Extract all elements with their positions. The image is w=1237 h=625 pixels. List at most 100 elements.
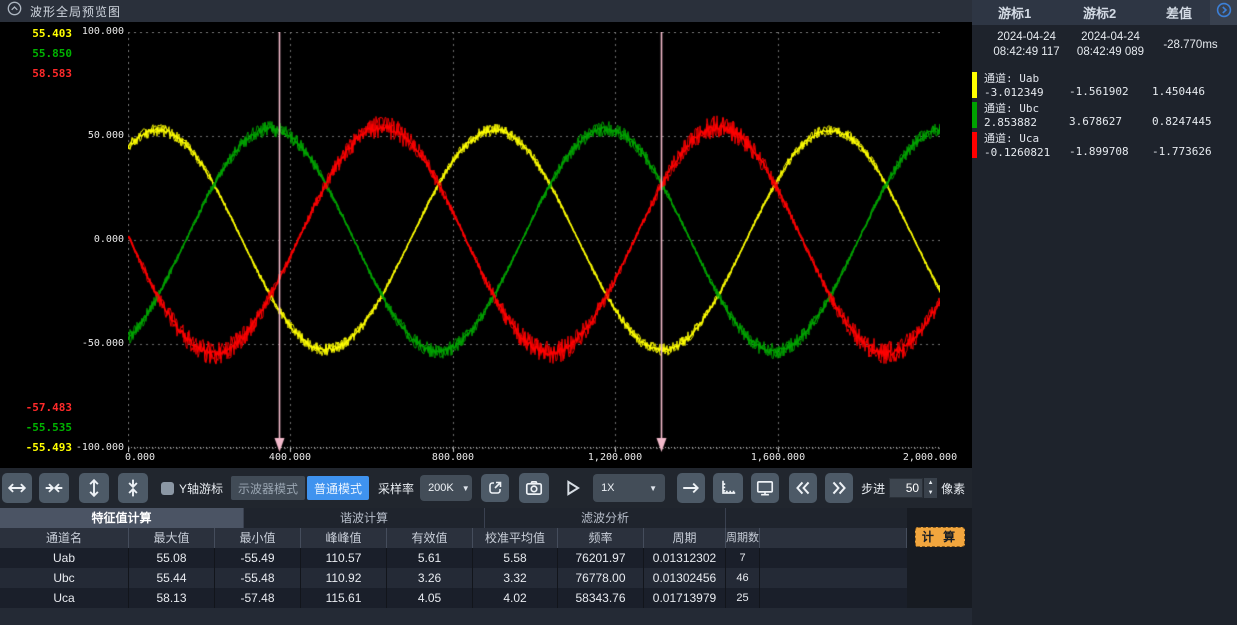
- step-decrement-button[interactable]: ▼: [924, 488, 937, 498]
- compress-horizontal-button[interactable]: [39, 473, 69, 503]
- diff-value: -1.773626: [1152, 145, 1212, 158]
- table-header-cell: 最大值: [129, 528, 215, 548]
- playback-speed-value: 1X: [601, 482, 614, 494]
- cursor1-header: 游标1: [998, 3, 1083, 22]
- cursor-time-diff: -28.770ms: [1152, 38, 1229, 53]
- table-cell: 3.32: [473, 568, 558, 588]
- tab-filter-analysis[interactable]: 滤波分析: [485, 508, 726, 528]
- table-cell: [760, 568, 907, 588]
- analysis-tabs: 特征值计算 谐波计算 滤波分析: [0, 508, 972, 528]
- cursor2-value: 3.678627: [1069, 115, 1122, 128]
- table-cell: 58.13: [129, 588, 215, 608]
- panel-collapse-corner[interactable]: [1210, 0, 1237, 25]
- cursor-readout-max-ubc: 55.850: [6, 47, 72, 60]
- channel-row-uca: 通道: Uca -0.1260821 -1.899708 -1.773626: [972, 130, 1237, 160]
- cursor2-time: 2024-04-24 08:42:49 089: [1069, 30, 1152, 60]
- play-icon: [561, 477, 583, 499]
- double-chevron-left-icon: [793, 478, 813, 498]
- cursor-panel: 游标1 游标2 差值 2024-04-24 08:42:49 117 2024-…: [972, 0, 1237, 625]
- double-chevron-right-icon: [829, 478, 849, 498]
- y-axis-label: -50.000: [58, 338, 124, 349]
- y-axis-label: 50.000: [58, 130, 124, 141]
- chart-title-bar: 波形全局预览图: [0, 0, 972, 22]
- chevron-down-icon: ▼: [462, 484, 470, 493]
- page-left-button[interactable]: [789, 473, 817, 503]
- compress-vertical-button[interactable]: [118, 473, 148, 503]
- step-size-input[interactable]: [889, 478, 923, 498]
- channel-label: 通道: Uab: [984, 70, 1069, 86]
- cursor2-value: -1.899708: [1069, 145, 1129, 158]
- cursor-panel-header: 游标1 游标2 差值: [972, 0, 1210, 25]
- table-cell: [760, 548, 907, 568]
- table-cell: -55.48: [215, 568, 301, 588]
- oscilloscope-mode-button[interactable]: 示波器模式: [231, 476, 305, 500]
- sample-rate-label: 采样率: [378, 480, 414, 497]
- step-increment-button[interactable]: ▲: [924, 478, 937, 488]
- cursor-readout-min-uca: -57.483: [6, 401, 72, 414]
- export-button[interactable]: [481, 474, 509, 502]
- calculate-button[interactable]: 计 算: [915, 527, 965, 547]
- channel-color-swatch: [972, 132, 977, 158]
- play-button[interactable]: [559, 473, 585, 503]
- page-right-button[interactable]: [825, 473, 853, 503]
- expand-horizontal-icon: [7, 478, 27, 498]
- tab-harmonic-calculation[interactable]: 谐波计算: [244, 508, 485, 528]
- step-forward-button[interactable]: [677, 473, 705, 503]
- tab-feature-calculation[interactable]: 特征值计算: [0, 508, 244, 528]
- y-axis-cursor-checkbox[interactable]: [161, 482, 174, 495]
- table-footer-strip: [0, 608, 972, 625]
- playback-speed-select[interactable]: 1X ▼: [593, 474, 665, 502]
- table-cell: 25: [726, 588, 760, 608]
- cursor1-value: -3.012349: [984, 86, 1069, 99]
- collapse-circle-icon[interactable]: [7, 1, 22, 21]
- table-cell: 76778.00: [558, 568, 644, 588]
- y-axis-label: 0.000: [58, 234, 124, 245]
- channel-color-swatch: [972, 72, 977, 98]
- expand-vertical-button[interactable]: [79, 473, 109, 503]
- table-header-cell: 周期数: [726, 528, 760, 548]
- x-axis-label: 2,000.000: [885, 452, 975, 463]
- x-axis-label: 1,200.000: [570, 452, 660, 463]
- circle-chevron-right-icon: [1216, 2, 1232, 23]
- export-icon: [486, 479, 504, 497]
- table-header-cell: 有效值: [387, 528, 473, 548]
- waveform-preview-area: 波形全局预览图 100.000 50.000 0.000 -50.000 -10…: [0, 0, 972, 468]
- channel-row-ubc: 通道: Ubc 2.853882 3.678627 0.8247445: [972, 100, 1237, 130]
- x-axis-label: 400.000: [245, 452, 335, 463]
- table-cell: 5.61: [387, 548, 473, 568]
- table-header-cell: [760, 528, 907, 548]
- x-axis-label: 800.000: [408, 452, 498, 463]
- diff-value: 1.450446: [1152, 85, 1205, 98]
- feature-value-table: 通道名最大值最小值峰峰值有效值校准平均值频率周期周期数Uab55.08-55.4…: [0, 528, 907, 608]
- table-header-cell: 周期: [644, 528, 726, 548]
- screenshot-button[interactable]: [519, 473, 549, 503]
- table-cell: Ubc: [0, 568, 129, 588]
- toolbar: Y轴游标 示波器模式 普通模式 采样率 200K ▼ 1X ▼: [0, 468, 972, 508]
- expand-horizontal-button[interactable]: [2, 473, 32, 503]
- cursor-readout-min-uab: -55.493: [6, 441, 72, 454]
- channel-label: 通道: Uca: [984, 130, 1069, 146]
- measure-button[interactable]: [713, 473, 743, 503]
- expand-vertical-icon: [84, 478, 104, 498]
- chart-title: 波形全局预览图: [30, 3, 121, 20]
- table-cell: 110.57: [301, 548, 387, 568]
- table-cell: 5.58: [473, 548, 558, 568]
- sample-rate-select[interactable]: 200K ▼: [420, 475, 472, 501]
- diff-value: 0.8247445: [1152, 115, 1212, 128]
- ruler-icon: [718, 478, 738, 498]
- normal-mode-button[interactable]: 普通模式: [307, 476, 369, 500]
- table-cell: 115.61: [301, 588, 387, 608]
- cursor2-value: -1.561902: [1069, 85, 1129, 98]
- channel-row-uab: 通道: Uab -3.012349 -1.561902 1.450446: [972, 70, 1237, 100]
- waveform-plot[interactable]: [128, 32, 940, 462]
- table-cell: 76201.97: [558, 548, 644, 568]
- table-cell: 0.01312302: [644, 548, 726, 568]
- compress-horizontal-icon: [44, 478, 64, 498]
- table-cell: 3.26: [387, 568, 473, 588]
- monitor-icon: [755, 478, 775, 498]
- table-cell: 55.44: [129, 568, 215, 588]
- fullscreen-button[interactable]: [751, 473, 779, 503]
- chevron-down-icon: ▼: [649, 484, 657, 493]
- compress-vertical-icon: [123, 478, 143, 498]
- table-cell: 4.05: [387, 588, 473, 608]
